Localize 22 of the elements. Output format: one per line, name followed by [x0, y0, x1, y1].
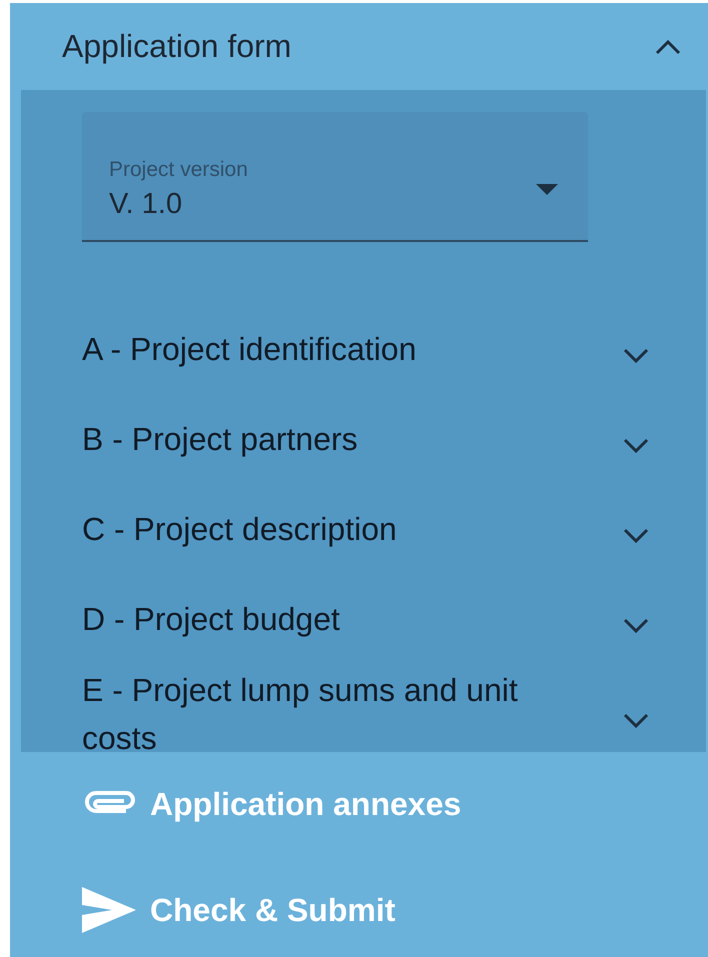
send-icon	[82, 887, 136, 933]
link-label: Check & Submit	[150, 892, 396, 928]
select-value: V. 1.0	[109, 188, 184, 221]
link-label: Application annexes	[150, 786, 462, 822]
select-label: Project version	[109, 158, 248, 182]
section-item[interactable]: D - Project budget	[82, 574, 706, 664]
section-item[interactable]: B - Project partners	[82, 394, 706, 484]
panel-title: Application form	[62, 28, 292, 65]
section-item[interactable]: C - Project description	[82, 484, 706, 574]
chevron-down-icon[interactable]	[622, 712, 650, 730]
chevron-down-icon[interactable]	[622, 437, 650, 455]
chevron-down-icon[interactable]	[622, 527, 650, 545]
section-item[interactable]: A - Project identification	[82, 304, 706, 394]
version-select[interactable]: Project version V. 1.0	[82, 112, 588, 242]
section-title: B - Project partners	[82, 420, 358, 459]
dropdown-arrow-icon	[536, 184, 558, 195]
chevron-down-icon[interactable]	[622, 347, 650, 365]
chevron-down-icon[interactable]	[622, 617, 650, 635]
section-title: A - Project identification	[82, 330, 416, 369]
section-title: C - Project description	[82, 510, 397, 549]
chevron-up-icon[interactable]	[654, 38, 682, 56]
section-title: D - Project budget	[82, 600, 340, 639]
